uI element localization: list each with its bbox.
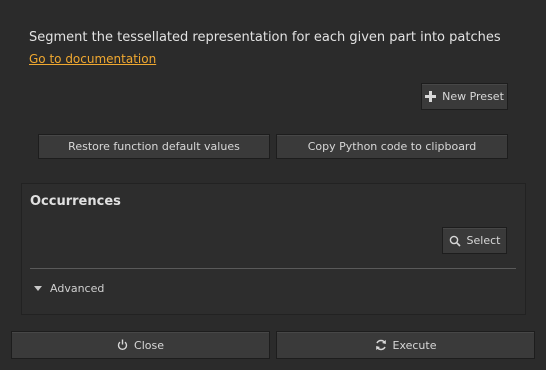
new-preset-label: New Preset [442, 90, 504, 103]
copy-python-button[interactable]: Copy Python code to clipboard [276, 134, 508, 159]
restore-defaults-button[interactable]: Restore function default values [38, 134, 270, 159]
plus-icon [425, 91, 437, 102]
refresh-icon [375, 339, 387, 351]
close-label: Close [134, 338, 164, 352]
select-button[interactable]: Select [442, 227, 507, 254]
new-preset-button[interactable]: New Preset [421, 83, 508, 110]
select-label: Select [466, 234, 501, 247]
execute-button[interactable]: Execute [276, 331, 535, 359]
restore-defaults-label: Restore function default values [68, 140, 240, 153]
advanced-label: Advanced [50, 282, 105, 295]
close-button[interactable]: Close [11, 331, 270, 359]
power-icon [117, 339, 128, 351]
occurrences-title: Occurrences [30, 194, 121, 209]
execute-label: Execute [392, 338, 437, 352]
function-description: Segment the tessellated representation f… [29, 30, 501, 45]
divider [30, 268, 516, 269]
copy-python-label: Copy Python code to clipboard [307, 140, 477, 153]
advanced-toggle[interactable]: Advanced [34, 282, 104, 295]
documentation-link[interactable]: Go to documentation [29, 52, 156, 66]
magnifier-icon [449, 235, 461, 247]
triangle-down-icon [34, 286, 42, 291]
